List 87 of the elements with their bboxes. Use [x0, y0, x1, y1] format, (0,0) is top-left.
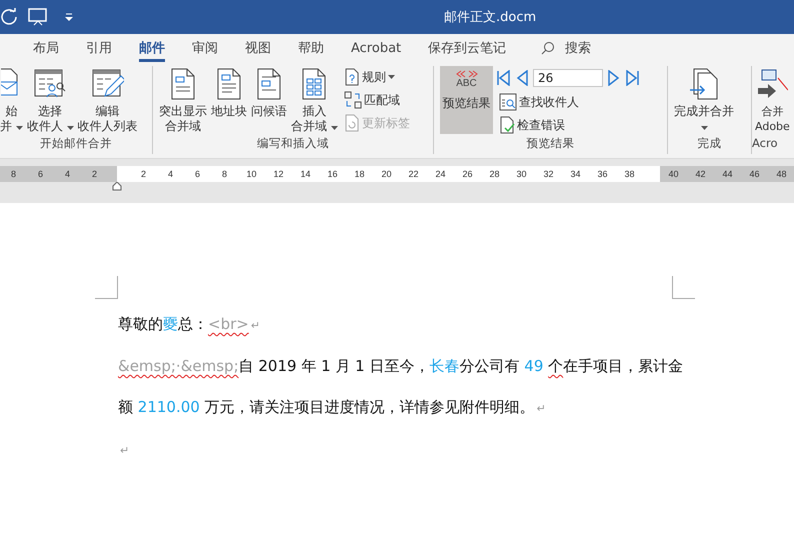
ribbon-button[interactable]: 选择 收件人 [26, 66, 74, 136]
ruler-number: 4 [64, 169, 71, 179]
ribbon-button[interactable]: 问候语 [251, 66, 287, 136]
ruler-number: 8 [10, 169, 17, 179]
ribbon-small-button[interactable]: 查找收件人 [497, 92, 639, 112]
list-person-icon [34, 68, 66, 100]
ruler-number: 46 [748, 169, 760, 179]
previous-record-button[interactable] [515, 70, 529, 86]
ruler-number: 38 [623, 169, 636, 179]
document-paragraph: &emsp;·&emsp;自 2019 年 1 月 1 日至今，长春分公司有 49 个在手项目，累计金额 2110.00 万元，请关注项目进度情况，详情参见附件明细。↵ [118, 356, 684, 418]
ruler-number: 32 [542, 169, 554, 179]
ribbon-button[interactable]: 始 并 [0, 66, 23, 136]
previous-icon [515, 70, 529, 86]
search-icon [541, 41, 556, 55]
ruler-number: 6 [36, 169, 44, 179]
ruler-number: 44 [721, 169, 734, 179]
next-record-button[interactable] [607, 70, 621, 86]
ribbon-button[interactable]: 编辑 收件人列表 [78, 66, 138, 136]
ruler-number: 10 [245, 169, 258, 179]
ribbon-button[interactable]: 插入 合并域 [291, 66, 338, 136]
last-record-button[interactable] [625, 70, 639, 86]
presentation-icon[interactable] [28, 8, 48, 26]
ruler-number: 34 [569, 169, 582, 179]
ruler-number: 2 [140, 169, 147, 179]
document-icon [216, 68, 242, 100]
margin-corner-mark [95, 276, 118, 299]
group-label: 开始邮件合并 [39, 136, 113, 152]
customize-menu-icon[interactable] [64, 12, 74, 22]
ruler-number: 12 [272, 169, 284, 179]
ruler-number: 28 [488, 169, 500, 179]
ribbon-button[interactable]: 合并 Adobe [755, 66, 790, 136]
list-pencil-icon [92, 68, 124, 100]
ribbon-tab[interactable]: 审阅 [192, 34, 218, 62]
ribbon-button[interactable]: 突出显示 合并域 [159, 66, 207, 136]
group-label: 编写和插入域 [256, 136, 330, 152]
first-record-button[interactable] [497, 70, 511, 86]
ruler-number: 48 [775, 169, 788, 179]
ruler-number: 24 [434, 169, 446, 179]
ruler-number: 4 [166, 169, 174, 179]
ruler-number: 8 [220, 169, 228, 179]
ribbon-small-button[interactable]: 匹配域 [342, 90, 412, 110]
ruler-number: 14 [299, 169, 312, 179]
record-number-field[interactable]: 26 [533, 69, 603, 87]
documents-arrow-icon [688, 68, 720, 100]
redo-icon[interactable] [0, 8, 18, 26]
group-label: 完成 [696, 136, 722, 152]
document-paragraph: ↵ [119, 443, 130, 459]
first-icon [497, 70, 511, 86]
ruler-number: 16 [326, 169, 338, 179]
find-recipient-icon [499, 93, 517, 111]
group-label: 预览结果 [526, 136, 576, 152]
preview-results-button[interactable]: ABC 预览结果 [440, 66, 493, 134]
ruler-number: 2 [90, 169, 98, 179]
last-icon [625, 70, 639, 86]
ruler-number: 20 [380, 169, 392, 179]
group-label: Acro [752, 136, 778, 152]
ruler-number: 36 [596, 169, 608, 179]
ribbon-tab[interactable]: 引用 [86, 34, 112, 62]
ruler-number: 42 [694, 169, 706, 179]
refresh-document-icon [344, 114, 360, 132]
ruler-number: 30 [515, 169, 528, 179]
chevrons-icon [454, 70, 478, 78]
ribbon-small-button[interactable]: 检查错误 [497, 115, 639, 135]
ribbon-tab[interactable]: 视图 [245, 34, 271, 62]
document-paragraph: 尊敬的夒总：<br>↵ [118, 314, 262, 335]
ruler-number: 18 [353, 169, 366, 179]
document-icon [256, 68, 282, 100]
ribbon-button[interactable]: 完成并合并 [674, 66, 734, 136]
window-title: 邮件正文.docm [444, 9, 536, 26]
document-question-icon [344, 68, 360, 86]
document-check-icon [499, 116, 515, 134]
ribbon-button[interactable]: 地址块 [211, 66, 247, 136]
document-icon [170, 68, 196, 100]
search-label[interactable]: 搜索 [565, 39, 592, 57]
ruler-number: 26 [461, 169, 474, 179]
next-icon [607, 70, 621, 86]
ruler-number: 40 [667, 169, 680, 179]
ribbon-tab[interactable]: 帮助 [298, 34, 324, 62]
match-fields-icon [344, 91, 362, 109]
ribbon-tab[interactable]: 布局 [33, 34, 59, 62]
document-icon [301, 68, 328, 100]
ruler-number: 22 [407, 169, 420, 179]
margin-corner-mark [672, 276, 695, 299]
ruler-number: 6 [194, 169, 201, 179]
ribbon-tab[interactable]: Acrobat [351, 34, 402, 62]
ribbon-small-button[interactable]: 规则 [342, 67, 412, 87]
ribbon-tab[interactable]: 保存到云笔记 [428, 34, 506, 62]
